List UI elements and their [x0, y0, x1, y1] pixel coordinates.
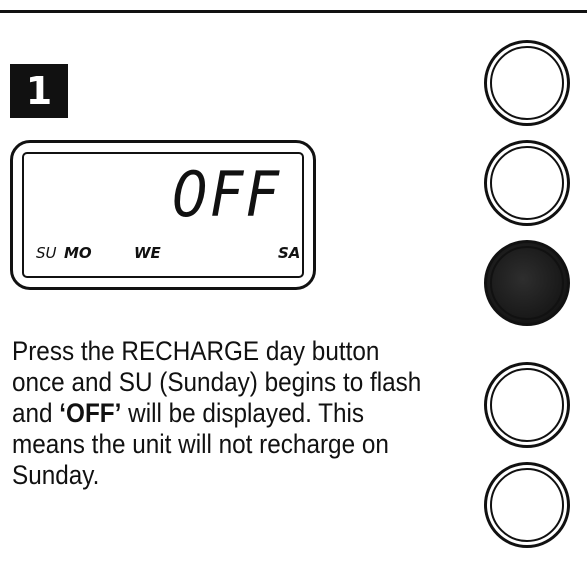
- instruction-emphasis: ‘OFF’: [59, 398, 122, 428]
- step-number-badge: 1: [10, 64, 68, 118]
- top-rule: [0, 10, 587, 13]
- lcd-display-screen: 0FF SU MO WE SA: [22, 152, 304, 278]
- lcd-day-monday: MO: [64, 244, 92, 262]
- control-button-1[interactable]: [484, 40, 570, 126]
- instruction-text: Press the RECHARGE day button once and S…: [12, 336, 435, 491]
- lcd-day-sunday: SU: [36, 244, 57, 262]
- lcd-day-saturday: SA: [278, 244, 301, 262]
- lcd-display-value: 0FF: [171, 158, 282, 231]
- lcd-day-wednesday: WE: [134, 244, 161, 262]
- control-button-5[interactable]: [484, 462, 570, 548]
- control-button-4[interactable]: [484, 362, 570, 448]
- recharge-day-button[interactable]: [484, 240, 570, 326]
- control-button-2[interactable]: [484, 140, 570, 226]
- lcd-display-frame: 0FF SU MO WE SA: [10, 140, 316, 290]
